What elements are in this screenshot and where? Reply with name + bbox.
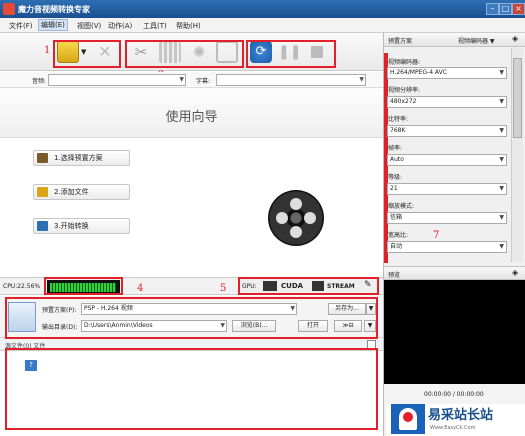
sidebar-scrollbar[interactable] bbox=[511, 48, 523, 262]
annotation-box-6 bbox=[5, 297, 378, 339]
annotation-box-1 bbox=[53, 40, 121, 68]
annotation-box-4 bbox=[44, 277, 123, 295]
field-label-bitrate: 比特率: bbox=[388, 116, 409, 123]
encoder-value: H.264/MPEG-4 AVC bbox=[390, 69, 447, 76]
menu-tools[interactable]: 工具(T) bbox=[143, 21, 167, 31]
preview-header: 预览 ◈ bbox=[384, 266, 525, 280]
aspect-select[interactable]: 自动 ▼ bbox=[387, 241, 507, 253]
scale-mode-select[interactable]: 信箱 ▼ bbox=[387, 212, 507, 224]
annotation-1: 1 bbox=[44, 45, 51, 56]
time-bar: 00:00:00 / 00:00:00 bbox=[384, 384, 525, 404]
field-label-level: 等级: bbox=[388, 174, 403, 181]
annotation-box-5 bbox=[238, 277, 379, 295]
menu-help[interactable]: 帮助(H) bbox=[176, 21, 201, 31]
film-reel-icon bbox=[268, 190, 324, 246]
annotation-box-3 bbox=[246, 40, 336, 68]
menu-bar: 文件(F) 编辑(E) 视图(V) 动作(A) 工具(T) 帮助(H) bbox=[0, 18, 525, 33]
pin-icon[interactable]: ◈ bbox=[512, 34, 518, 43]
menu-action[interactable]: 动作(A) bbox=[108, 21, 132, 31]
watermark-logo bbox=[391, 404, 425, 434]
close-button[interactable]: × bbox=[512, 3, 525, 15]
encoder-select[interactable]: H.264/MPEG-4 AVC ▼ bbox=[387, 67, 507, 79]
annotation-4: 4 bbox=[137, 283, 144, 294]
audio-select[interactable]: ▼ bbox=[48, 74, 186, 86]
preview-title: 预览 bbox=[388, 272, 401, 279]
field-label-framerate: 帧率: bbox=[388, 145, 403, 152]
resolution-value: 480x272 bbox=[390, 98, 417, 105]
menu-file[interactable]: 文件(F) bbox=[9, 21, 33, 31]
bitrate-select[interactable]: 768K ▼ bbox=[387, 125, 507, 137]
field-label-scale-mode: 缩放模式: bbox=[388, 203, 415, 210]
title-bar: 魔力音视频转换专家 – □ × bbox=[0, 0, 525, 18]
preview-pin-icon[interactable]: ◈ bbox=[512, 268, 518, 277]
add-step-icon bbox=[37, 187, 48, 197]
annotation-box-queue bbox=[5, 348, 378, 430]
resolution-select[interactable]: 480x272 ▼ bbox=[387, 96, 507, 108]
time-readout: 00:00:00 / 00:00:00 bbox=[424, 391, 484, 398]
annotation-7: 7 bbox=[433, 230, 440, 241]
track-row: 音频: ▼ 字幕: ▼ bbox=[0, 72, 383, 88]
audio-label: 音频: bbox=[32, 78, 47, 85]
field-label-resolution: 视频分辨率: bbox=[388, 87, 421, 94]
wizard-title: 使用向导 bbox=[165, 110, 218, 125]
annotation-5: 5 bbox=[220, 283, 227, 294]
wizard-header: 使用向导 bbox=[0, 89, 383, 138]
sidebar-title: 预置方案 bbox=[388, 38, 413, 45]
app-logo-icon bbox=[3, 3, 15, 15]
watermark-url: Www.EasyCk.Com bbox=[430, 425, 476, 431]
wizard-step-label: 1.选择预置方案 bbox=[54, 154, 103, 162]
minimize-button[interactable]: – bbox=[486, 3, 499, 15]
level-value: 21 bbox=[390, 185, 398, 192]
window-title: 魔力音视频转换专家 bbox=[18, 5, 90, 14]
subtitle-select[interactable]: ▼ bbox=[216, 74, 366, 86]
framerate-value: Auto bbox=[390, 156, 404, 163]
wizard-step-label: 3.开始转换 bbox=[54, 222, 89, 230]
field-label-aspect: 宽高比: bbox=[388, 232, 409, 239]
encoder-category-select[interactable]: 视频编码器 ▼ bbox=[458, 36, 495, 45]
scale-mode-value: 信箱 bbox=[390, 214, 403, 221]
film-step-icon bbox=[37, 153, 48, 163]
menu-view[interactable]: 视图(V) bbox=[77, 21, 101, 31]
field-label-encoder: 视频编码器: bbox=[388, 59, 421, 66]
preview-screen bbox=[384, 280, 525, 384]
annotation-box-2 bbox=[125, 40, 244, 68]
framerate-select[interactable]: Auto ▼ bbox=[387, 154, 507, 166]
wizard-step-label: 2.添加文件 bbox=[54, 188, 89, 196]
level-select[interactable]: 21 ▼ bbox=[387, 183, 507, 195]
bitrate-value: 768K bbox=[390, 127, 406, 134]
wizard-step-preset[interactable]: 1.选择预置方案 bbox=[33, 150, 130, 166]
convert-step-icon bbox=[37, 221, 48, 231]
cpu-usage: CPU:22.56% bbox=[3, 283, 41, 290]
maximize-button[interactable]: □ bbox=[499, 3, 512, 15]
sidebar-header: 预置方案 视频编码器 ▼ ◈ bbox=[384, 33, 525, 47]
menu-edit[interactable]: 编辑(E) bbox=[38, 19, 68, 31]
subtitle-label: 字幕: bbox=[196, 78, 211, 85]
watermark-text: 易采站长站 bbox=[428, 408, 494, 423]
wizard-step-add[interactable]: 2.添加文件 bbox=[33, 184, 130, 200]
aspect-value: 自动 bbox=[390, 243, 403, 250]
wizard-step-start[interactable]: 3.开始转换 bbox=[33, 218, 130, 234]
